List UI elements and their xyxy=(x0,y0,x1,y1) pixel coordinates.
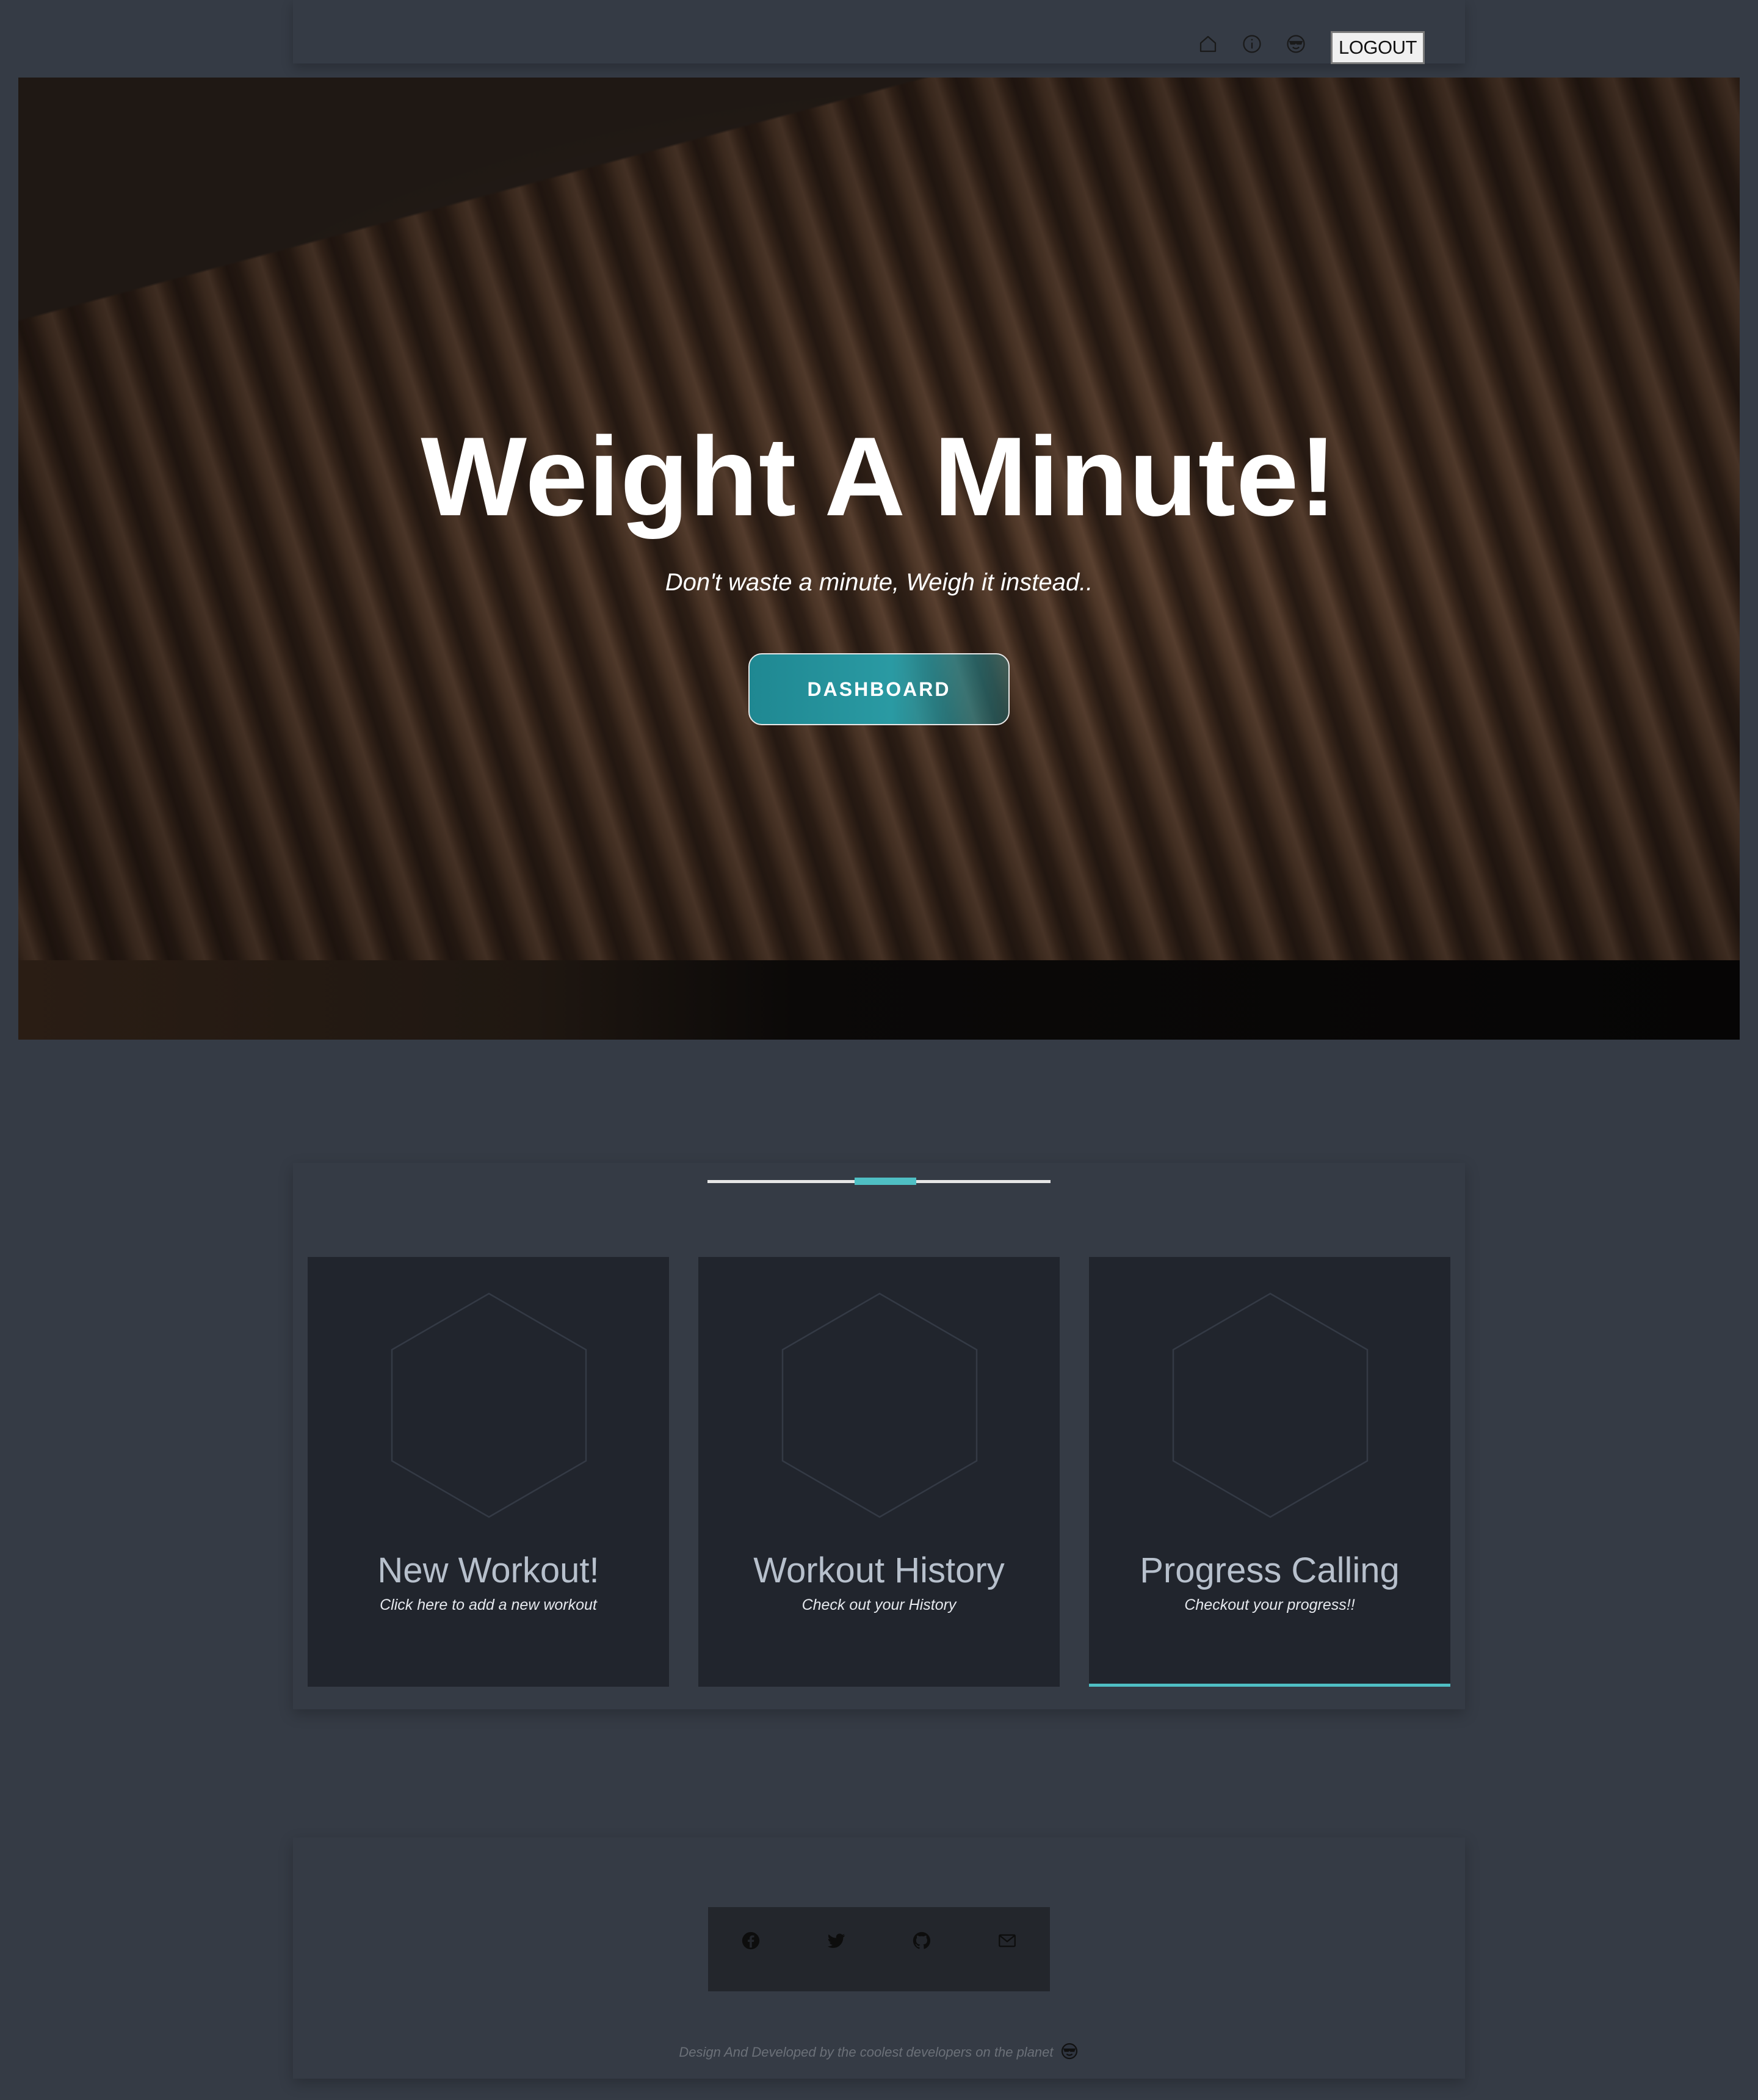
hexagon-icon xyxy=(781,1292,978,1518)
section-divider-accent xyxy=(855,1178,916,1185)
footer-credit-text: Design And Developed by the coolest deve… xyxy=(679,2044,1054,2060)
cool-face-icon xyxy=(1060,2041,1079,2065)
card-title: Progress Calling xyxy=(1140,1551,1400,1590)
info-icon[interactable] xyxy=(1241,33,1263,55)
card-subtitle: Click here to add a new workout xyxy=(380,1596,597,1613)
card-progress-calling[interactable]: Progress Calling Checkout your progress!… xyxy=(1089,1257,1450,1687)
github-icon[interactable] xyxy=(911,1930,933,1952)
home-icon[interactable] xyxy=(1197,33,1219,55)
hero-subtitle: Don't waste a minute, Weigh it instead.. xyxy=(665,569,1093,596)
mail-icon[interactable] xyxy=(996,1930,1018,1952)
cool-face-icon[interactable] xyxy=(1285,33,1307,55)
hexagon-icon xyxy=(1172,1292,1369,1518)
card-subtitle: Check out your History xyxy=(801,1596,957,1613)
hero-bottom-strip xyxy=(18,960,1740,1040)
card-subtitle: Checkout your progress!! xyxy=(1184,1596,1355,1613)
footer-credit: Design And Developed by the coolest deve… xyxy=(0,2041,1758,2065)
card-title: New Workout! xyxy=(377,1551,599,1590)
hexagon-icon xyxy=(391,1292,587,1518)
twitter-icon[interactable] xyxy=(825,1930,847,1952)
hero-background-image xyxy=(18,78,1740,1040)
card-title: Workout History xyxy=(753,1551,1005,1590)
dashboard-button[interactable]: DASHBOARD xyxy=(748,653,1010,725)
card-workout-history[interactable]: Workout History Check out your History xyxy=(698,1257,1060,1687)
facebook-icon[interactable] xyxy=(740,1930,762,1952)
card-new-workout[interactable]: New Workout! Click here to add a new wor… xyxy=(308,1257,669,1687)
hero-title: Weight A Minute! xyxy=(421,413,1337,539)
logout-button[interactable]: LOGOUT xyxy=(1331,31,1425,64)
